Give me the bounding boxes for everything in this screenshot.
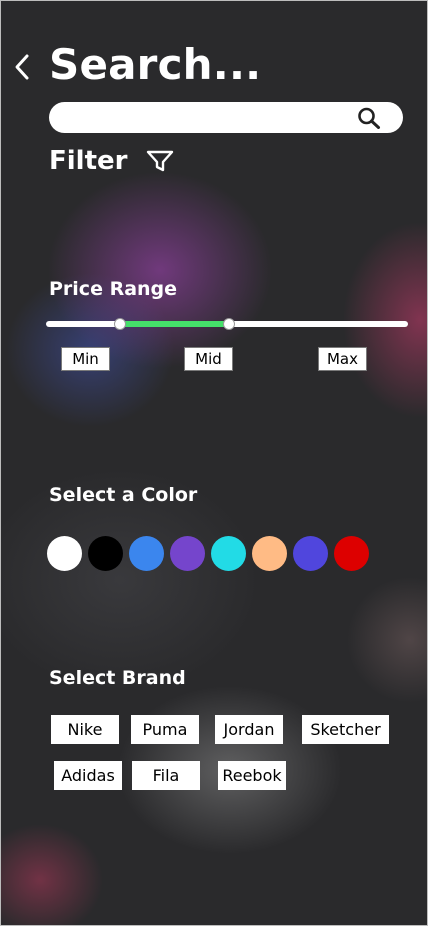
color-swatch-2[interactable] [88,536,123,571]
brand-chip-sketcher[interactable]: Sketcher [302,715,389,744]
search-icon[interactable] [357,107,381,129]
filter-button[interactable] [145,148,175,174]
select-color-label: Select a Color [49,484,198,506]
brand-chip-nike[interactable]: Nike [51,715,119,744]
brand-chip-jordan[interactable]: Jordan [215,715,283,744]
search-bar[interactable] [49,102,403,135]
color-swatch-3[interactable] [129,536,164,571]
filter-label: Filter [49,146,128,176]
price-range-slider[interactable] [46,318,408,330]
page-title: Search... [49,40,262,89]
price-mid-label: Mid [184,347,233,371]
brand-chip-adidas[interactable]: Adidas [54,761,122,790]
slider-thumb-min[interactable] [114,318,127,330]
color-swatch-5[interactable] [211,536,246,571]
chevron-left-icon [15,54,29,80]
brand-chip-puma[interactable]: Puma [131,715,199,744]
filter-funnel-icon [147,150,174,172]
price-max-label: Max [318,347,367,371]
color-swatch-8[interactable] [334,536,369,571]
brand-chip-fila[interactable]: Fila [132,761,200,790]
color-swatch-4[interactable] [170,536,205,571]
color-swatch-7[interactable] [293,536,328,571]
search-input[interactable] [63,102,357,135]
color-swatch-1[interactable] [47,536,82,571]
slider-fill [120,321,229,327]
filter-header: Filter [49,146,175,176]
brand-chip-reebok[interactable]: Reebok [218,761,286,790]
select-brand-label: Select Brand [49,667,186,689]
color-swatch-list [47,536,375,571]
price-min-label: Min [61,347,110,371]
slider-thumb-max[interactable] [222,318,235,330]
back-button[interactable] [10,52,34,82]
color-swatch-6[interactable] [252,536,287,571]
price-range-label: Price Range [49,278,178,300]
